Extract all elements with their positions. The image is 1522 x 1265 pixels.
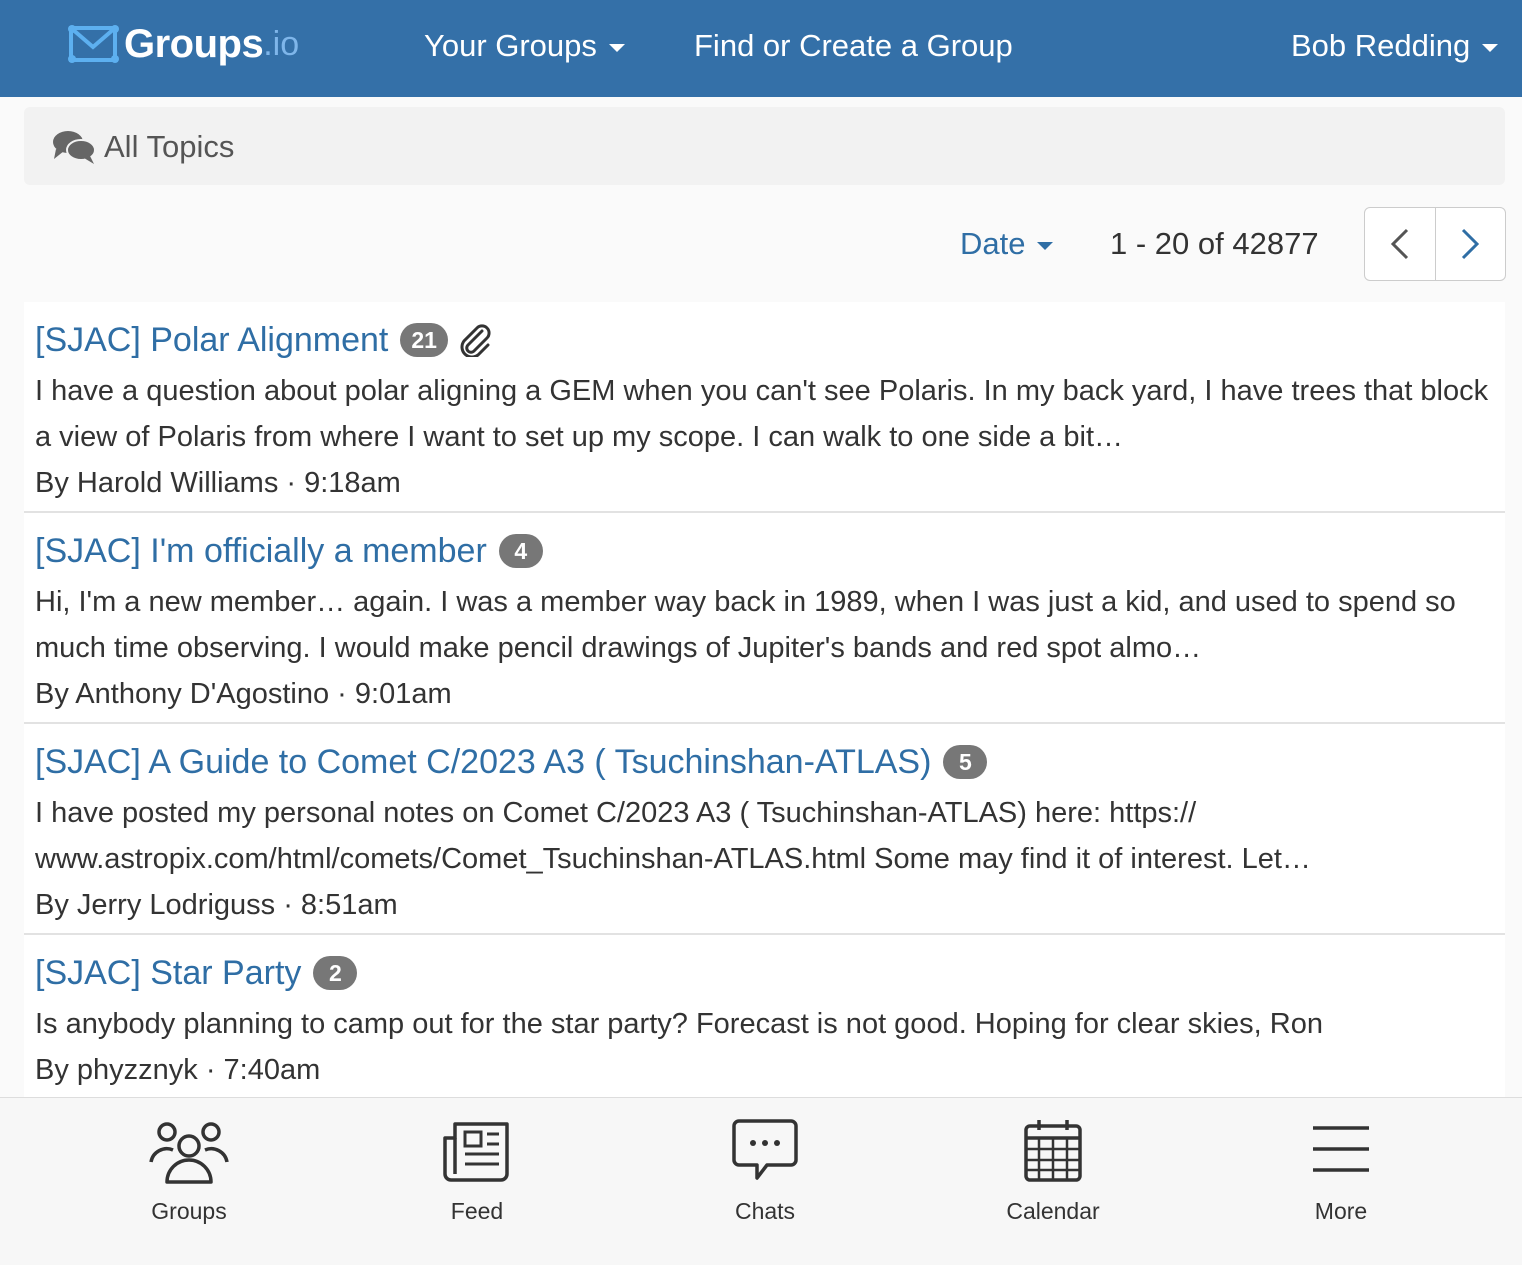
find-create-label: Find or Create a Group: [694, 28, 1013, 63]
bottom-nav-label: More: [1314, 1198, 1368, 1224]
page-title: All Topics: [104, 129, 235, 164]
topic-title-link[interactable]: [SJAC] A Guide to Comet C/2023 A3 ( Tsuc…: [35, 743, 931, 782]
bottom-nav-feed[interactable]: Feed: [377, 1118, 577, 1225]
chat-bubble-icon: [732, 1119, 798, 1180]
topic-list: [SJAC] Polar Alignment 21 I have a quest…: [24, 302, 1505, 1100]
logo-suffix: .io: [263, 24, 300, 63]
topic-title-link[interactable]: [SJAC] I'm officially a member: [35, 532, 487, 571]
topic-row[interactable]: [SJAC] A Guide to Comet C/2023 A3 ( Tsuc…: [24, 724, 1505, 935]
logo-text: Groups: [124, 21, 264, 66]
bottom-nav-more[interactable]: More: [1241, 1118, 1441, 1225]
your-groups-label: Your Groups: [424, 28, 597, 63]
groups-io-logo[interactable]: Groups .io: [68, 20, 299, 68]
users-icon: [149, 1122, 229, 1184]
topic-byline: By Jerry Lodriguss · 8:51am: [35, 889, 398, 921]
bottom-nav-label: Groups: [151, 1198, 227, 1224]
envelope-logo-icon: [68, 25, 119, 63]
reply-count-badge: 4: [498, 534, 543, 568]
chevron-left-icon: [1390, 228, 1408, 260]
bottom-navbar: Groups Feed Chats Calendar More: [0, 1097, 1522, 1265]
result-range: 1 - 20 of 42877: [1110, 226, 1319, 261]
topic-title-link[interactable]: [SJAC] Star Party: [35, 954, 301, 993]
user-name: Bob Redding: [1291, 28, 1471, 63]
hamburger-menu-icon: [1313, 1126, 1369, 1172]
find-create-group-link[interactable]: Find or Create a Group: [694, 28, 1013, 64]
chevron-right-icon: [1462, 228, 1480, 260]
newspaper-icon: [443, 1122, 509, 1182]
sort-dropdown[interactable]: Date: [960, 226, 1054, 262]
reply-count-badge: 2: [313, 956, 358, 990]
bottom-nav-groups[interactable]: Groups: [89, 1118, 289, 1225]
bottom-nav-label: Calendar: [1006, 1198, 1100, 1224]
reply-count-badge: 5: [943, 745, 988, 779]
top-navbar: Groups .io Your Groups Find or Create a G…: [0, 0, 1522, 97]
comments-icon: [53, 131, 96, 164]
topics-header: All Topics: [24, 107, 1505, 185]
caret-down-icon: [608, 43, 625, 52]
topic-snippet: Hi, I'm a new member… again. I was a mem…: [35, 586, 1456, 664]
user-menu[interactable]: Bob Redding: [1291, 28, 1499, 64]
topic-snippet: Is anybody planning to camp out for the …: [35, 1008, 1323, 1040]
next-page-button[interactable]: [1434, 208, 1506, 280]
bottom-nav-calendar[interactable]: Calendar: [953, 1118, 1153, 1225]
reply-count-badge: 21: [400, 323, 448, 357]
bottom-nav-chats[interactable]: Chats: [665, 1118, 865, 1225]
topic-row[interactable]: [SJAC] Star Party 2 Is anybody planning …: [24, 935, 1505, 1100]
topic-byline: By Anthony D'Agostino · 9:01am: [35, 678, 452, 710]
caret-down-icon: [1482, 43, 1499, 52]
bottom-nav-label: Feed: [450, 1198, 504, 1224]
topic-snippet: I have a question about polar aligning a…: [35, 375, 1489, 453]
topic-row[interactable]: [SJAC] Polar Alignment 21 I have a quest…: [24, 302, 1505, 513]
topic-title-link[interactable]: [SJAC] Polar Alignment: [35, 321, 388, 360]
topic-byline: By phyzznyk · 7:40am: [35, 1054, 321, 1086]
caret-down-icon: [1037, 241, 1054, 250]
bottom-nav-label: Chats: [734, 1198, 796, 1224]
topic-snippet: I have posted my personal notes on Comet…: [35, 797, 1311, 875]
topic-byline: By Harold Williams · 9:18am: [35, 467, 401, 499]
paperclip-icon: [460, 324, 491, 357]
sort-label: Date: [960, 226, 1026, 261]
calendar-icon: [1024, 1120, 1082, 1182]
your-groups-menu[interactable]: Your Groups: [424, 28, 625, 64]
topic-row[interactable]: [SJAC] I'm officially a member 4 Hi, I'm…: [24, 513, 1505, 724]
pagination: [1364, 207, 1506, 281]
prev-page-button[interactable]: [1365, 208, 1435, 280]
